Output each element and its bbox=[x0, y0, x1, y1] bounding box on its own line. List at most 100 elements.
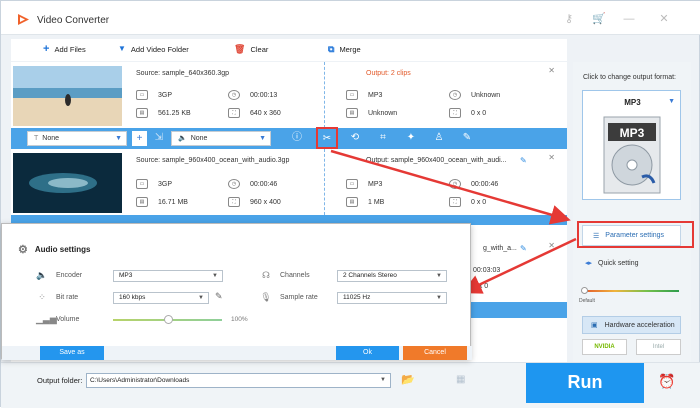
out-duration-cell: ◷ Unknown bbox=[449, 90, 500, 100]
audio-settings-icon: ⚙ bbox=[18, 244, 28, 256]
microphone-icon: 🎙 bbox=[260, 292, 272, 302]
close-icon[interactable]: ✕ bbox=[657, 12, 671, 26]
chevron-down-icon: ▼ bbox=[436, 273, 442, 279]
file-size-icon: ▤ bbox=[346, 108, 358, 118]
file-size-icon: ▤ bbox=[136, 197, 148, 207]
effects-wand-icon[interactable]: ✦ bbox=[403, 130, 419, 146]
cart-icon[interactable]: 🛒 bbox=[592, 12, 606, 26]
out-format-cell: ▭ MP3 bbox=[346, 179, 382, 189]
chevron-down-icon: ▼ bbox=[198, 295, 204, 301]
resolution-icon: ⛶ bbox=[449, 197, 461, 207]
subtitle-dropdown[interactable]: T None ▼ bbox=[27, 131, 127, 146]
quick-setting-label: ◂▸ Quick setting bbox=[585, 259, 639, 268]
file-format-icon: ▭ bbox=[136, 179, 148, 189]
speaker-icon: 🔈 bbox=[36, 270, 48, 280]
quality-slider[interactable] bbox=[583, 290, 679, 292]
add-video-folder-button[interactable]: ▼ Add Video Folder bbox=[118, 44, 189, 54]
sample-rate-row: 🎙 Sample rate bbox=[260, 292, 318, 302]
save-as-button[interactable]: Save as bbox=[40, 346, 104, 360]
chevron-down-icon: ▼ bbox=[118, 44, 126, 53]
quick-setting-icon: ◂▸ bbox=[585, 260, 593, 267]
size-cell: ▤ 16.71 MB bbox=[136, 197, 188, 207]
volume-slider-knob[interactable] bbox=[163, 315, 173, 324]
bitrate-select[interactable]: 160 kbps ▼ bbox=[113, 292, 209, 304]
out-resolution-cell: 0 x 0 bbox=[473, 283, 489, 290]
chevron-down-icon: ▼ bbox=[212, 273, 218, 279]
output-label: g_with_a... bbox=[483, 245, 517, 252]
run-button[interactable]: Run bbox=[526, 363, 644, 403]
svg-text:MP3: MP3 bbox=[620, 126, 645, 140]
chevron-down-icon: ▼ bbox=[380, 377, 386, 383]
sample-rate-select[interactable]: 11025 Hz ▼ bbox=[337, 292, 447, 304]
channels-row: ☊ Channels bbox=[262, 270, 310, 280]
ok-button[interactable]: Ok bbox=[336, 346, 399, 360]
encoder-select[interactable]: MP3 ▼ bbox=[113, 270, 223, 282]
remove-item-icon[interactable]: ✕ bbox=[548, 153, 555, 162]
open-output-icon[interactable]: ▦ bbox=[456, 374, 465, 385]
plus-icon: + bbox=[43, 43, 50, 55]
out-duration-cell: ◷ 00:00:46 bbox=[449, 179, 498, 189]
clock-icon: ◷ bbox=[228, 90, 240, 100]
remove-item-icon[interactable]: ✕ bbox=[548, 66, 555, 75]
info-icon[interactable]: ⓘ bbox=[289, 130, 305, 146]
output-folder-path[interactable]: C:\Users\Administrator\Downloads ▼ bbox=[86, 373, 391, 388]
audio-track-dropdown[interactable]: 🔈 None ▼ bbox=[171, 131, 271, 146]
clock-icon: ◷ bbox=[228, 179, 240, 189]
file-size-icon: ▤ bbox=[346, 197, 358, 207]
volume-bars-icon: ▁▃▅ bbox=[36, 314, 57, 324]
speaker-icon: 🔈 bbox=[178, 135, 187, 142]
cancel-button[interactable]: Cancel bbox=[403, 346, 467, 360]
watermark-icon[interactable]: ♙ bbox=[431, 130, 447, 146]
chevron-down-icon: ▼ bbox=[668, 98, 675, 105]
quality-slider-knob[interactable] bbox=[581, 287, 588, 294]
app-window: Video Converter ⚷ 🛒 — ✕ + Add Files ▼ Add … bbox=[0, 0, 700, 408]
duration-cell: ◷ 00:00:46 bbox=[228, 179, 277, 189]
merge-icon: ⧉ bbox=[328, 44, 335, 54]
default-label: Default bbox=[579, 298, 595, 304]
remove-item-icon[interactable]: ✕ bbox=[548, 241, 555, 250]
file-format-icon: ▭ bbox=[346, 90, 358, 100]
trim-scissors-icon[interactable]: ✂ bbox=[316, 127, 338, 149]
sliders-icon: ☰ bbox=[593, 232, 600, 240]
list-item[interactable]: Source: sample_640x360.3gp ▭ 3GP ◷ 00:00:1… bbox=[11, 62, 567, 128]
edit-pen-icon[interactable]: ✎ bbox=[215, 291, 223, 302]
chevron-down-icon: ▼ bbox=[115, 135, 122, 142]
alarm-clock-icon[interactable]: ⏰ bbox=[658, 373, 675, 390]
parameter-settings-button[interactable]: ☰ Parameter settings bbox=[582, 225, 681, 246]
duration-cell: ◷ 00:00:13 bbox=[228, 90, 277, 100]
channels-select[interactable]: 2 Channels Stereo ▼ bbox=[337, 270, 447, 282]
out-duration-cell: 00:03:03 bbox=[473, 267, 501, 274]
output-label: Output: 2 clips bbox=[366, 70, 411, 77]
file-format-icon: ▭ bbox=[136, 90, 148, 100]
add-files-button[interactable]: + Add Files bbox=[43, 43, 86, 55]
key-icon[interactable]: ⚷ bbox=[562, 12, 576, 26]
merge-button[interactable]: ⧉ Merge bbox=[328, 44, 361, 54]
export-subtitle-icon[interactable]: ⇲ bbox=[151, 130, 167, 146]
format-hint: Click to change output format: bbox=[583, 74, 676, 81]
clear-button[interactable]: 🗑 Clear bbox=[234, 44, 268, 54]
add-subtitle-button[interactable]: + bbox=[132, 131, 147, 146]
edit-pen-icon[interactable]: ✎ bbox=[520, 156, 527, 165]
resolution-icon: ⛶ bbox=[228, 197, 240, 207]
intel-badge: Intel bbox=[636, 339, 681, 355]
edit-pen-icon[interactable]: ✎ bbox=[459, 130, 475, 146]
rotate-icon[interactable]: ⟲ bbox=[347, 130, 363, 146]
output-format-selector[interactable]: MP3 ▼ MP3 bbox=[582, 90, 681, 200]
out-format-cell: ▭ MP3 bbox=[346, 90, 382, 100]
volume-percent: 100% bbox=[231, 316, 248, 323]
hardware-acceleration-button[interactable]: ▣ Hardware acceleration bbox=[582, 316, 681, 334]
file-size-icon: ▤ bbox=[136, 108, 148, 118]
list-item[interactable]: Source: sample_960x400_ocean_with_audio.… bbox=[11, 149, 567, 215]
divider bbox=[324, 149, 325, 215]
folder-icon[interactable]: 📂 bbox=[401, 373, 415, 386]
resolution-icon: ⛶ bbox=[228, 108, 240, 118]
audio-settings-dialog: ⚙ Audio settings 🔈 Encoder MP3 ▼ ☊ Channels … bbox=[1, 223, 472, 360]
nvidia-badge: NVIDIA bbox=[582, 339, 627, 355]
crop-icon[interactable]: ⌗ bbox=[375, 130, 391, 146]
edit-pen-icon[interactable]: ✎ bbox=[520, 244, 527, 253]
resolution-icon: ⛶ bbox=[449, 108, 461, 118]
minimize-icon[interactable]: — bbox=[622, 12, 636, 26]
source-label: Source: sample_960x400_ocean_with_audio.… bbox=[136, 157, 290, 164]
volume-row: ▁▃▅ Volume bbox=[36, 314, 80, 324]
chevron-down-icon: ▼ bbox=[259, 135, 266, 142]
